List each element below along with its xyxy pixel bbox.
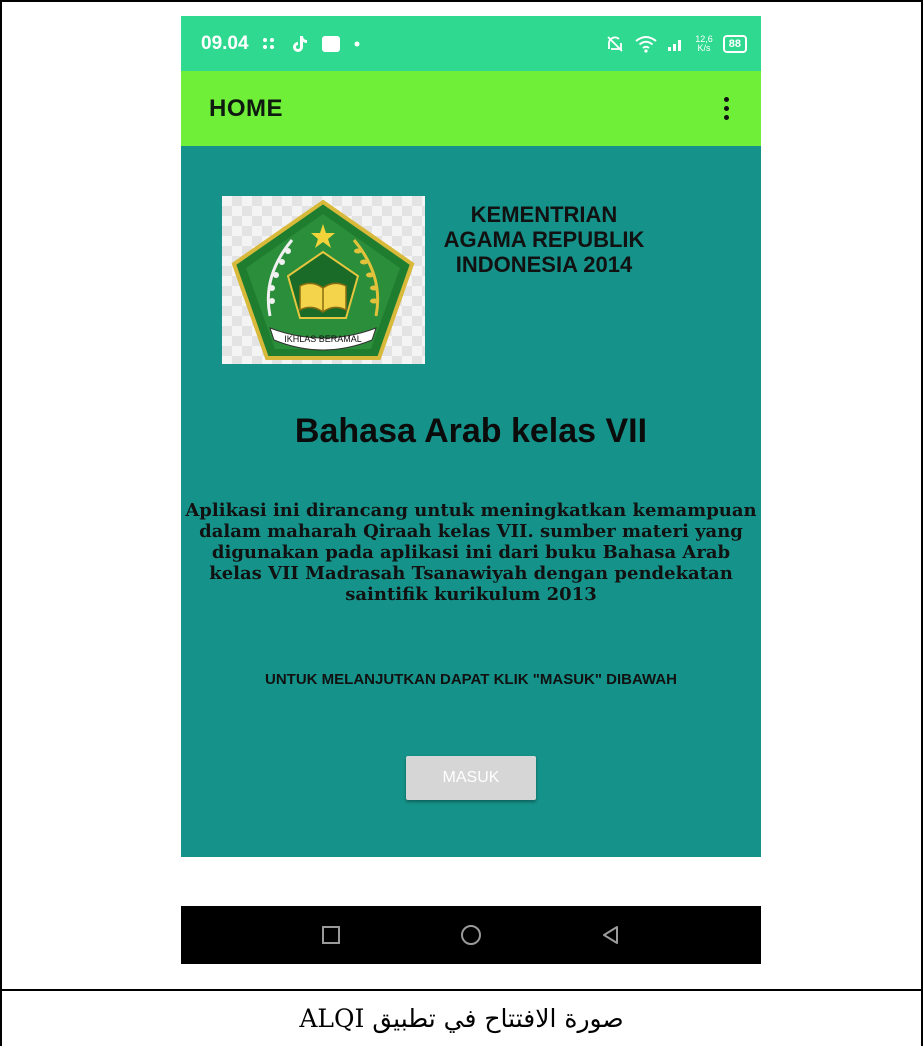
figure-caption: صورة الافتتاح في تطبيق ALQI <box>299 1004 624 1033</box>
grid-icon <box>261 36 277 52</box>
app-description: Aplikasi ini dirancang untuk meningkatka… <box>185 500 757 605</box>
phone-screen: 09.04 12,6 K/s 88 HOME IKHLAS BERAMAL KE… <box>181 16 761 964</box>
status-left: 09.04 <box>201 33 361 55</box>
page-title: HOME <box>209 94 283 122</box>
app-bar: HOME <box>181 71 761 146</box>
wifi-icon <box>635 35 657 53</box>
more-vert-icon[interactable] <box>715 94 737 124</box>
navigation-bar <box>181 906 761 964</box>
kemenag-emblem-icon: IKHLAS BERAMAL <box>222 196 425 364</box>
status-time: 09.04 <box>201 32 249 54</box>
back-triangle-icon[interactable] <box>591 915 631 955</box>
tiktok-icon <box>289 34 309 54</box>
message-icon <box>321 35 341 53</box>
signal-icon <box>667 36 685 52</box>
status-bar: 09.04 12,6 K/s 88 <box>181 16 761 71</box>
mute-icon <box>605 34 625 54</box>
recents-square-icon[interactable] <box>311 915 351 955</box>
page-heading: Bahasa Arab kelas VII <box>294 412 648 450</box>
home-circle-icon[interactable] <box>451 915 491 955</box>
status-right: 12,6 K/s 88 <box>605 34 747 54</box>
ministry-name: KEMENTRIAN AGAMA REPUBLIK INDONESIA 2014 <box>443 202 645 277</box>
battery-indicator: 88 <box>722 34 747 53</box>
masuk-button[interactable]: MASUK <box>406 756 536 800</box>
dot-icon <box>353 40 361 48</box>
main-content: IKHLAS BERAMAL KEMENTRIAN AGAMA REPUBLIK… <box>181 146 761 857</box>
network-speed: 12,6 K/s <box>695 34 713 53</box>
logo-banner-text: IKHLAS BERAMAL <box>284 334 362 344</box>
speed-unit: K/s <box>697 42 711 53</box>
instruction-text: UNTUK MELANJUTKAN DAPAT KLIK "MASUK" DIB… <box>265 671 677 688</box>
